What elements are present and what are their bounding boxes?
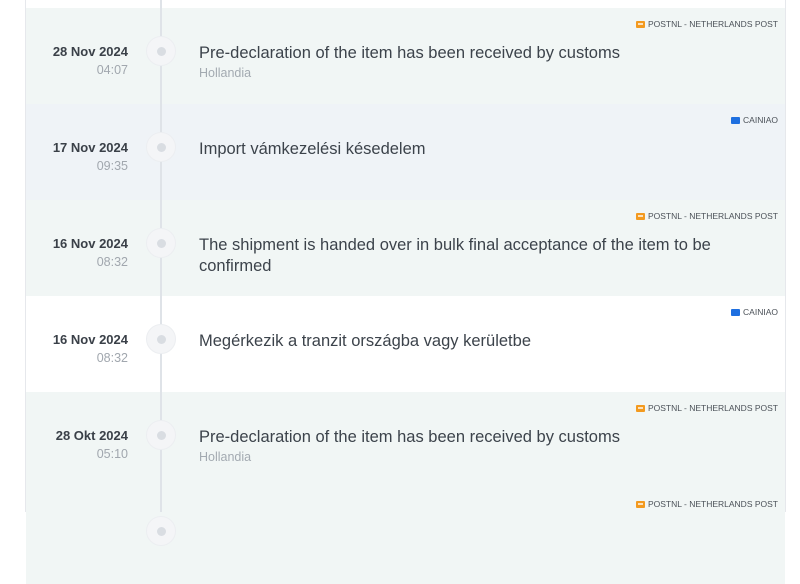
cainiao-logo-icon	[731, 308, 741, 316]
carrier-name: POSTNL - NETHERLANDS POST	[647, 211, 778, 221]
cainiao-logo-icon	[731, 116, 741, 124]
event-time: 04:07	[96, 63, 128, 77]
carrier-badge: POSTNL - NETHERLANDS POST	[635, 19, 778, 29]
timeline-dot-icon	[146, 36, 176, 66]
event-time: 08:32	[96, 351, 128, 365]
event-date: 17 Nov 2024	[52, 140, 128, 155]
event-time: 05:10	[96, 447, 128, 461]
timeline-event: CAINIAO 16 Nov 2024 08:32 Megérkezik a t…	[26, 296, 785, 392]
carrier-badge: CAINIAO	[731, 307, 778, 317]
timeline-event: POSTNL - NETHERLANDS POST 28 Nov 2024 04…	[26, 8, 785, 104]
carrier-name: POSTNL - NETHERLANDS POST	[647, 403, 778, 413]
carrier-badge: POSTNL - NETHERLANDS POST	[635, 499, 778, 509]
carrier-name: POSTNL - NETHERLANDS POST	[647, 499, 778, 509]
timeline-dot-icon	[146, 132, 176, 162]
postnl-logo-icon	[635, 212, 645, 220]
timeline-dot-icon	[146, 420, 176, 450]
event-time: 09:35	[96, 159, 128, 173]
event-description: Pre-declaration of the item has been rec…	[199, 44, 620, 62]
event-date: 16 Nov 2024	[52, 236, 128, 251]
carrier-badge: POSTNL - NETHERLANDS POST	[635, 211, 778, 221]
postnl-logo-icon	[635, 404, 645, 412]
timeline-dot-icon	[146, 324, 176, 354]
carrier-name: CAINIAO	[743, 307, 778, 317]
event-date: 16 Nov 2024	[52, 332, 128, 347]
event-description: Import vámkezelési késedelem	[199, 140, 426, 158]
event-location: Hollandia	[199, 66, 252, 80]
carrier-badge: CAINIAO	[731, 115, 778, 125]
event-date: 28 Okt 2024	[55, 428, 128, 443]
timeline-event: CAINIAO 17 Nov 2024 09:35 Import vámkeze…	[26, 104, 785, 200]
postnl-logo-icon	[635, 500, 645, 508]
timeline-dot-icon	[146, 228, 176, 258]
timeline-dot-icon	[146, 516, 176, 546]
event-date: 28 Nov 2024	[52, 44, 128, 59]
timeline-event: POSTNL - NETHERLANDS POST 28 Okt 2024 05…	[26, 392, 785, 488]
event-time: 08:32	[96, 255, 128, 269]
event-description: Pre-declaration of the item has been rec…	[199, 428, 620, 446]
event-description: The shipment is handed over in bulk fina…	[199, 236, 711, 275]
carrier-badge: POSTNL - NETHERLANDS POST	[635, 403, 778, 413]
timeline-event: POSTNL - NETHERLANDS POST 16 Nov 2024 08…	[26, 200, 785, 296]
carrier-name: POSTNL - NETHERLANDS POST	[647, 19, 778, 29]
event-description: Megérkezik a tranzit országba vagy kerül…	[199, 332, 531, 350]
postnl-logo-icon	[635, 20, 645, 28]
timeline-event: POSTNL - NETHERLANDS POST	[26, 488, 785, 584]
carrier-name: CAINIAO	[743, 115, 778, 125]
event-location: Hollandia	[199, 450, 252, 464]
